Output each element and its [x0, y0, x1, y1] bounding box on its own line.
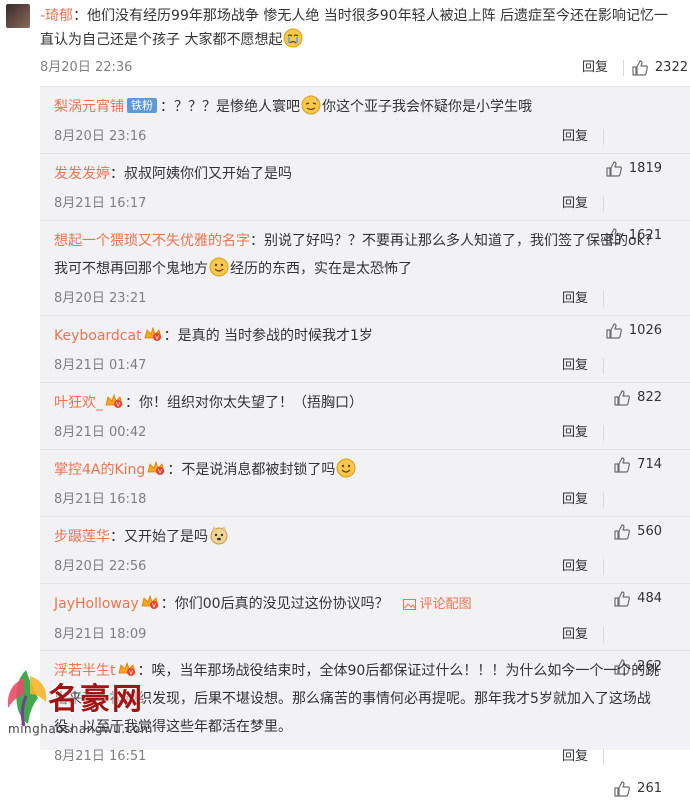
image-icon [402, 599, 416, 610]
top-comment-meta: 8月20日 22:36 回复 2322 [40, 56, 690, 80]
reply-text: ：不是说消息都被封锁了吗 [167, 462, 336, 478]
crying-face-icon [283, 28, 303, 48]
reply-time: 8月21日 01:47 [54, 358, 147, 373]
reply-button[interactable]: 回复 [562, 417, 588, 449]
vip-crown-icon: V [147, 460, 165, 476]
reply-text: ：是真的 当时参战的时候我才1岁 [163, 328, 373, 344]
reply-time: 8月21日 16:18 [54, 492, 147, 507]
reply-button[interactable]: 回复 [582, 56, 608, 80]
vip-crown-icon: V [105, 393, 123, 409]
reply-item: 梨涡元宵铺 铁粉 ：？？？是惨绝人寰吧 你这个亚子我会怀疑你是小学生哦 8月20日 2… [40, 87, 690, 177]
vip-crown-icon: V [141, 594, 159, 610]
reply-time: 8月20日 23:16 [54, 129, 147, 144]
reply-username[interactable]: 浮若半生t [54, 663, 116, 679]
comment-time: 8月20日 22:36 [40, 60, 133, 75]
thumbs-up-icon [614, 781, 631, 797]
user-avatar[interactable] [6, 4, 30, 28]
top-comment-text: -琦郁：他们没有经历99年那场战争 惨无人绝 当时很多90年轻人被迫上阵 后遗症… [40, 4, 680, 52]
reply-item: Keyboardcat V ：是真的 当时参战的时候我才1岁 8月21日 01:47… [40, 316, 690, 406]
top-comment: -琦郁：他们没有经历99年那场战争 惨无人绝 当时很多90年轻人被迫上阵 后遗症… [0, 0, 690, 86]
like-button[interactable]: 261 [613, 773, 662, 805]
reply-time: 8月20日 23:21 [54, 291, 147, 306]
reply-username[interactable]: 掌控4A的King [54, 462, 145, 478]
reply-text: ：又开始了是吗 [110, 529, 208, 545]
reply-username[interactable]: 梨涡元宵铺 [54, 99, 124, 115]
divider [623, 60, 624, 76]
reply-username[interactable]: JayHolloway [54, 596, 139, 612]
reply-text: ：？？？是惨绝人寰吧 [160, 99, 300, 115]
fan-badge: 铁粉 [127, 98, 157, 113]
reply-item: 叶狂欢_ V ：你！组织对你太失望了！（捂胸口） 8月21日 00:42 回复 71… [40, 383, 690, 473]
divider [603, 358, 604, 374]
divider [603, 129, 604, 145]
reply-button[interactable]: 回复 [562, 121, 588, 153]
divider [603, 627, 604, 643]
top-comment-username[interactable]: -琦郁 [40, 8, 73, 24]
divider [603, 291, 604, 307]
doge-icon [210, 526, 228, 545]
reply-text: ：叔叔阿姨你们又开始了是吗 [110, 166, 292, 182]
like-count: 2322 [654, 60, 688, 75]
thumbs-up-icon [632, 60, 648, 76]
reply-button[interactable]: 回复 [562, 551, 588, 583]
reply-username[interactable]: 叶狂欢_ [54, 395, 103, 411]
reply-time: 8月21日 16:51 [54, 749, 147, 764]
reply-button[interactable]: 回复 [562, 619, 588, 651]
comment-picture-link[interactable]: 评论配图 [402, 597, 472, 612]
reply-item: 步蹑莲华：又开始了是吗 8月20日 22:56 回复 484 [40, 517, 690, 607]
divider [603, 559, 604, 575]
reply-username[interactable]: 想起一个猥琐又不失优雅的名字 [54, 233, 250, 249]
reply-item: 浮若半生t V ：唉，当年那场战役结束时，全体90后都保证过什么！！！为什么如今一个… [40, 651, 690, 797]
like-count: 261 [637, 781, 662, 796]
divider [603, 492, 604, 508]
reply-text: ：你！组织对你太失望了！（捂胸口） [125, 395, 363, 411]
reply-item: 想起一个猥琐又不失优雅的名字：别说了好吗？？不要再让那么多人知道了，我们签了保密… [40, 221, 690, 339]
reply-time: 8月21日 18:09 [54, 627, 147, 642]
reply-text: ：唉，当年那场战役结束时，全体90后都保证过什么！！！为什么如今一个一个的跳出来… [54, 663, 660, 735]
reply-time: 8月21日 00:42 [54, 425, 147, 440]
vip-crown-icon: V [144, 326, 162, 342]
reply-item: 发发发婷：叔叔阿姨你们又开始了是吗 8月21日 16:17 回复 1621 [40, 154, 690, 244]
reply-text: ：你们00后真的没见过这份协议吗？ [160, 596, 389, 612]
divider [603, 749, 604, 765]
sweat-smile-icon [301, 95, 321, 115]
reply-time: 8月20日 22:56 [54, 559, 147, 574]
reply-button[interactable]: 回复 [562, 283, 588, 315]
reply-item: JayHolloway V ：你们00后真的没见过这份协议吗？ 评论配图 8月21日 … [40, 584, 690, 675]
reply-time: 8月21日 16:17 [54, 196, 147, 211]
reply-button[interactable]: 回复 [562, 741, 588, 773]
reply-text-after: 你这个亚子我会怀疑你是小学生哦 [322, 99, 532, 115]
top-comment-content: ：他们没有经历99年那场战争 惨无人绝 当时很多90年轻人被迫上阵 后遗症至今还… [40, 8, 669, 48]
reply-text-after: 经历的东西，实在是太恐怖了 [230, 261, 412, 277]
smile-icon [336, 458, 356, 478]
divider [603, 425, 604, 441]
divider [603, 196, 604, 212]
reply-username[interactable]: Keyboardcat [54, 328, 142, 344]
smile-icon [209, 257, 229, 277]
reply-button[interactable]: 回复 [562, 350, 588, 382]
reply-list: 梨涡元宵铺 铁粉 ：？？？是惨绝人寰吧 你这个亚子我会怀疑你是小学生哦 8月20日 2… [40, 86, 690, 797]
reply-username[interactable]: 步蹑莲华 [54, 529, 110, 545]
like-button[interactable]: 2322 [631, 56, 688, 80]
reply-item: 掌控4A的King V ：不是说消息都被封锁了吗 8月21日 16:18 回复 56… [40, 450, 690, 540]
reply-button[interactable]: 回复 [562, 484, 588, 516]
reply-username[interactable]: 发发发婷 [54, 166, 110, 182]
vip-crown-icon: V [117, 661, 136, 677]
reply-button[interactable]: 回复 [562, 188, 588, 220]
comment-picture-label: 评论配图 [419, 597, 472, 612]
